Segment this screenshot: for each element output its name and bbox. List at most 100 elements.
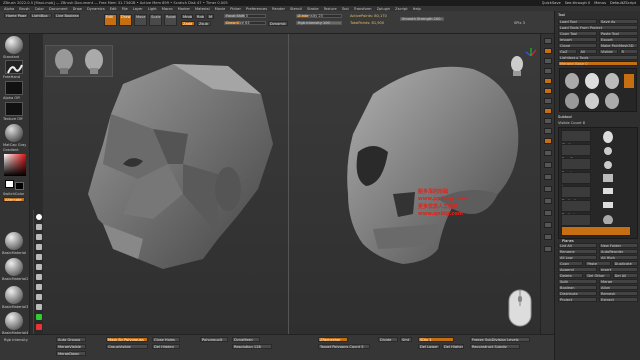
draw-button[interactable]: Draw bbox=[119, 14, 132, 26]
live-boolean-button[interactable]: Live Boolean bbox=[54, 13, 80, 18]
menu-marker[interactable]: Marker bbox=[178, 7, 190, 11]
export-button[interactable]: Export bbox=[599, 37, 638, 42]
menu-brush[interactable]: Brush bbox=[19, 7, 29, 11]
merge-down-button[interactable]: MergeDown bbox=[56, 351, 86, 356]
basic-material-2-icon[interactable] bbox=[5, 258, 23, 276]
move-button[interactable]: Move bbox=[134, 14, 147, 26]
view-navigator-head-icon[interactable] bbox=[511, 56, 523, 76]
menu-movie[interactable]: Movie bbox=[215, 7, 226, 11]
scroll-button[interactable] bbox=[544, 58, 552, 64]
mask-icon[interactable] bbox=[36, 284, 42, 290]
insert-button[interactable]: Insert bbox=[599, 267, 638, 272]
rgb-button[interactable]: Rgb bbox=[195, 14, 205, 19]
boolean-button[interactable]: Boolean bbox=[558, 285, 597, 290]
quicksave-button[interactable]: QuickSave bbox=[542, 1, 561, 5]
delete-button[interactable]: Delete bbox=[558, 273, 584, 278]
alternate-button[interactable]: Alternate bbox=[3, 197, 25, 202]
mask-by-polygroups-slider[interactable]: Mask By Polygroups bbox=[106, 337, 148, 342]
color-tag-red-icon[interactable] bbox=[36, 324, 42, 330]
menu-layer[interactable]: Layer bbox=[133, 7, 143, 11]
select-rect-icon[interactable] bbox=[36, 224, 42, 230]
color-tag-icon[interactable] bbox=[36, 314, 42, 320]
axis-gizmo[interactable] bbox=[525, 48, 537, 57]
edit-button[interactable]: Edit bbox=[104, 14, 117, 26]
m-button[interactable]: M bbox=[207, 14, 214, 19]
project-button[interactable]: Project bbox=[558, 297, 597, 302]
menu-zplugin[interactable]: Zplugin bbox=[377, 7, 391, 11]
make-polymesh-button[interactable]: Make PolyMesh3D bbox=[599, 43, 638, 48]
subtool-item[interactable]: Skull bbox=[561, 130, 591, 147]
extract-button[interactable]: Extract bbox=[599, 297, 638, 302]
list-all-button[interactable]: List All bbox=[558, 243, 597, 248]
subtool-item[interactable]: Eye_L bbox=[561, 158, 591, 175]
split-button[interactable]: Split bbox=[558, 279, 597, 284]
polyf-button[interactable] bbox=[544, 198, 552, 204]
home-page-button[interactable]: Home Page bbox=[4, 13, 28, 18]
group-visible-button[interactable]: GroupVisible bbox=[106, 344, 148, 349]
menu-material[interactable]: Material bbox=[195, 7, 210, 11]
zsub-button[interactable]: Zsub bbox=[197, 21, 211, 26]
subtool-header[interactable]: Subtool bbox=[558, 115, 572, 119]
append-button[interactable]: Append bbox=[558, 267, 597, 272]
menu-light[interactable]: Light bbox=[148, 7, 157, 11]
menu-stroke[interactable]: Stroke bbox=[307, 7, 318, 11]
scale-button[interactable]: Scale bbox=[149, 14, 162, 26]
lasso-icon[interactable] bbox=[36, 234, 42, 240]
bpr-button[interactable] bbox=[544, 38, 552, 44]
basic-material-3-icon[interactable] bbox=[5, 286, 23, 304]
menu-preferences[interactable]: Preferences bbox=[246, 7, 267, 11]
freeze-subdivision-button[interactable]: Freeze SubDivision Levels bbox=[470, 337, 530, 342]
menu-document[interactable]: Document bbox=[49, 7, 68, 11]
subtool-item[interactable]: Teeth_Lo bbox=[561, 200, 591, 217]
all-button[interactable]: All bbox=[578, 49, 597, 54]
del-lower-button[interactable]: Del Lower bbox=[418, 344, 440, 349]
menus-button[interactable]: Menus bbox=[594, 1, 606, 5]
menu-dynamics[interactable]: Dynamics bbox=[87, 7, 105, 11]
menu-tool[interactable]: Tool bbox=[342, 7, 349, 11]
auto-reorder-button[interactable]: AutoReorder bbox=[599, 249, 638, 254]
secondary-color-swatch[interactable] bbox=[15, 182, 24, 190]
all-low-button[interactable]: All Low bbox=[558, 255, 597, 260]
goz-button[interactable]: GoZ bbox=[558, 49, 577, 54]
default-script-button[interactable]: DefaultZScript bbox=[610, 1, 636, 5]
subtool-item[interactable]: Jaw bbox=[561, 172, 591, 189]
menu-file[interactable]: File bbox=[122, 7, 128, 11]
solo-button[interactable] bbox=[544, 234, 552, 240]
reference-thumbnails[interactable] bbox=[45, 45, 113, 77]
load-tools-project-button[interactable]: Load Tools From Project bbox=[558, 25, 638, 30]
rotate-button[interactable]: Rotate bbox=[164, 14, 177, 26]
menu-alpha[interactable]: Alpha bbox=[4, 7, 14, 11]
basic-material-1-icon[interactable] bbox=[5, 232, 23, 250]
ghost-button[interactable] bbox=[544, 222, 552, 228]
auto-groups-button[interactable]: Auto Groups bbox=[56, 337, 86, 342]
menu-texture[interactable]: Texture bbox=[324, 7, 337, 11]
alpha-icon[interactable] bbox=[5, 81, 23, 95]
dynamic-button[interactable]: Dynamic bbox=[268, 21, 288, 26]
close-holes-button[interactable]: Close Holes bbox=[152, 337, 180, 342]
menu-draw[interactable]: Draw bbox=[73, 7, 82, 11]
subtool-item[interactable]: Head bbox=[561, 214, 591, 231]
basic-material-4-icon[interactable] bbox=[5, 312, 23, 330]
subtool-item-selected[interactable]: Planes bbox=[561, 226, 631, 243]
persp-button[interactable] bbox=[544, 98, 552, 104]
all-high-button[interactable]: All High bbox=[599, 255, 638, 260]
line-icon[interactable] bbox=[36, 264, 42, 270]
menu-transform[interactable]: Transform bbox=[354, 7, 372, 11]
trim-icon[interactable] bbox=[36, 304, 42, 310]
floor-button[interactable] bbox=[544, 108, 552, 114]
transpose-icon[interactable] bbox=[36, 274, 42, 280]
current-tool-slider[interactable]: Merged_Base 0 bbox=[558, 61, 638, 66]
subtool-item[interactable]: Teeth_Up bbox=[561, 186, 591, 203]
lsym-button[interactable] bbox=[544, 128, 552, 134]
paste-tool-button[interactable]: Paste Tool bbox=[599, 31, 638, 36]
xpose-button[interactable] bbox=[544, 246, 552, 252]
menu-macro[interactable]: Macro bbox=[162, 7, 173, 11]
copy-tool-button[interactable]: Copy Tool bbox=[558, 31, 597, 36]
merge-visible-button[interactable]: MergeVisible bbox=[56, 344, 86, 349]
clone-button[interactable]: Clone bbox=[558, 43, 597, 48]
lightbox-button[interactable]: LightBox bbox=[30, 13, 52, 18]
paste-button[interactable]: Paste bbox=[585, 261, 611, 266]
divide-button[interactable]: Divide bbox=[378, 337, 398, 342]
new-folder-button[interactable]: New Folder bbox=[599, 243, 638, 248]
reconstruct-subdiv-button[interactable]: Reconstruct Subdiv bbox=[470, 344, 520, 349]
